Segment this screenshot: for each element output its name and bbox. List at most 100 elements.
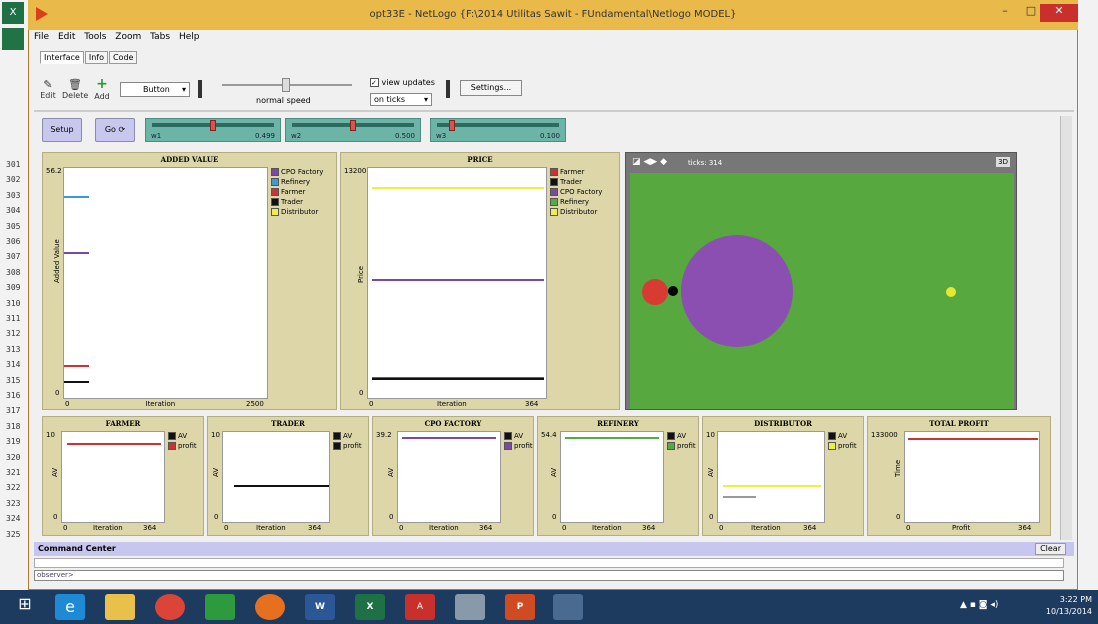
add-tool[interactable]: + Add [92,76,112,101]
legend-swatch [271,198,279,206]
windows-start-icon[interactable]: ⊞ [10,594,40,620]
menu-tools[interactable]: Tools [84,32,106,42]
legend-swatch [550,178,558,186]
command-input[interactable]: observer> [34,570,1064,581]
store-icon[interactable] [205,594,235,620]
legend-item: profit [333,441,362,451]
menu-edit[interactable]: Edit [58,32,75,42]
legend-label: Farmer [281,188,306,196]
tray-icons[interactable]: ▲ ▪ ◙ ◂) [960,600,998,610]
x-max-label: 2500 [246,400,264,408]
clear-button[interactable]: Clear [1035,543,1066,555]
legend-swatch [271,168,279,176]
legend-item: Trader [271,197,323,207]
3d-button[interactable]: 3D [996,157,1010,167]
legend-item: Trader [550,177,602,187]
plot-farmer[interactable]: FARMER 10 0 0 364 Iteration AV AV profit [42,416,204,536]
legend-label: AV [343,432,353,440]
folder-icon[interactable] [105,594,135,620]
plot-price[interactable]: PRICE 13200 0 0 364 Iteration Price Farmer Trade… [340,152,620,410]
slider-w3[interactable]: w3 0.100 [430,118,566,142]
acrobat-icon[interactable]: A [405,594,435,620]
tab-info[interactable]: Info [84,51,108,64]
app-icon[interactable] [455,594,485,620]
legend-label: Farmer [560,168,585,176]
plot-refinery[interactable]: REFINERY 54.4 0 0 364 Iteration AV AV profit [537,416,699,536]
series-line [907,437,1039,440]
legend-label: AV [178,432,188,440]
excel-row-number: 324 [6,514,21,524]
distributor-turtle [946,287,956,297]
slider-knob[interactable] [350,120,356,131]
edit-tool[interactable]: ✎ Edit [38,78,58,100]
firefox-icon[interactable] [255,594,285,620]
menu-file[interactable]: File [34,32,49,42]
world-canvas[interactable] [630,173,1014,409]
menu-help[interactable]: Help [179,32,200,42]
go-label: Go [104,125,116,134]
excel-icon[interactable]: X [355,594,385,620]
plot-area [61,431,165,523]
interface-scrollbar[interactable] [1060,116,1072,540]
slider-label: w2 [291,132,302,140]
observer-prompt: observer> [37,571,74,579]
view-control-icons[interactable]: ◪ ◀▶ ◆ [632,157,667,167]
ie-icon[interactable]: e [55,594,85,620]
plot-distributor[interactable]: DISTRIBUTOR 10 0 0 364 Iteration AV AV profit [702,416,864,536]
cpo-factory-turtle [681,235,793,347]
legend-label: Distributor [560,208,598,216]
y-axis-label: AV [707,467,715,477]
slider-knob[interactable] [210,120,216,131]
setup-button[interactable]: Setup [42,118,82,142]
view-updates-checkbox[interactable]: ✓ view updates [370,78,435,87]
excel-row-number: 301 [6,160,21,169]
plot-trader[interactable]: TRADER 10 0 0 364 Iteration AV AV profit [207,416,369,536]
delete-tool[interactable]: 🗑 Delete [62,78,88,100]
slider-knob[interactable] [448,120,455,131]
command-output [34,558,1064,568]
excel-row-number: 323 [6,498,21,508]
settings-button[interactable]: Settings... [460,80,522,96]
word-icon[interactable]: W [305,594,335,620]
plot-area [222,431,330,523]
tab-code[interactable]: Code [108,51,138,64]
close-button[interactable]: ✕ [1040,4,1078,22]
legend-item: CPO Factory [550,187,602,197]
update-mode-select[interactable]: on ticks ▾ [370,93,432,106]
series-line [64,251,89,254]
chrome-icon[interactable] [155,594,185,620]
tab-interface[interactable]: Interface [40,51,84,64]
menu-zoom[interactable]: Zoom [115,32,141,42]
excel-row-number: 314 [6,360,21,370]
netlogo-taskbar-icon[interactable] [553,594,583,620]
plot-title: PRICE [467,155,493,164]
excel-row-number: 309 [6,283,21,293]
plot-cpo-factory[interactable]: CPO FACTORY 39.2 0 0 364 Iteration AV AV profit [372,416,534,536]
plot-legend: AV profit [504,431,533,451]
minimize-button[interactable]: – [992,4,1018,22]
interface-divider [34,110,1074,112]
speed-slider[interactable] [222,78,352,92]
plot-area [904,431,1040,523]
widget-type-select[interactable]: Button ▾ [120,82,190,97]
speed-slider-handle[interactable] [282,78,290,92]
excel-row-number: 306 [6,237,21,246]
menu-tabs[interactable]: Tabs [150,32,170,42]
legend-label: Trader [281,198,304,206]
command-center: Command Center Clear observer> [34,540,1074,582]
excel-app-icon: X [2,2,24,24]
slider-w2[interactable]: w2 0.500 [285,118,421,142]
plot-area [63,167,268,399]
legend-label: profit [677,442,696,450]
powerpoint-icon[interactable]: P [505,594,535,620]
chevron-down-icon: ▾ [181,85,186,94]
x-max-label: 364 [525,400,539,408]
go-button[interactable]: Go ⟳ [95,118,135,142]
legend-item: AV [168,431,197,441]
series-line [233,485,329,488]
excel-file-tab[interactable] [2,28,24,50]
slider-w1[interactable]: w1 0.499 [145,118,281,142]
plot-total-profit[interactable]: TOTAL PROFIT 133000 0 0 364 Profit Time [867,416,1051,536]
plot-added-value[interactable]: ADDED VALUE 56.2 0 0 2500 Iteration Added Valu… [42,152,337,410]
world-view[interactable]: ◪ ◀▶ ◆ ticks: 314 3D [625,152,1017,410]
